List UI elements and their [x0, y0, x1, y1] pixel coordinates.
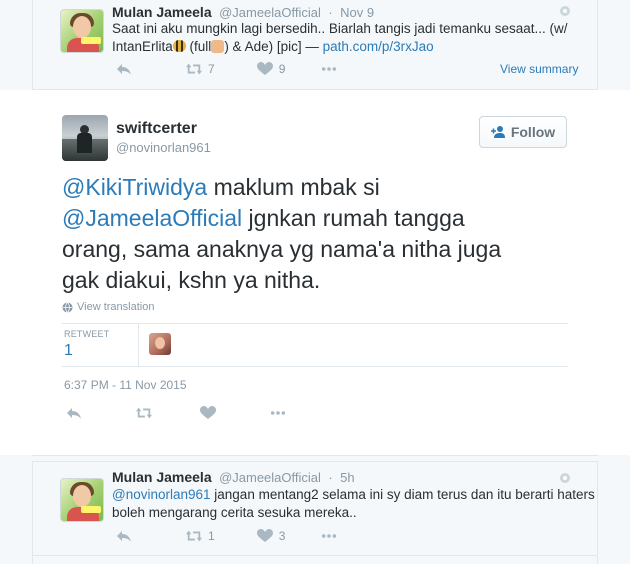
reply-icon: [117, 531, 131, 542]
tweet-text-segment: maklum mbak si: [207, 174, 380, 200]
retweet-button[interactable]: 1: [186, 529, 215, 543]
reply-icon: [117, 64, 131, 75]
more-dots-icon: [322, 67, 337, 71]
mention-link[interactable]: @novinorlan961: [112, 487, 211, 502]
follow-button[interactable]: Follow: [479, 116, 567, 148]
retweet-button[interactable]: [136, 406, 152, 420]
reply-button[interactable]: [66, 406, 82, 420]
retweet-stats[interactable]: RETWEET 1: [64, 329, 109, 360]
heart-icon: [200, 406, 216, 419]
tweet-text-segment: (full: [185, 39, 212, 54]
retweet-icon: [186, 530, 202, 542]
heart-icon: [256, 62, 273, 75]
tweet-time[interactable]: 5h: [340, 470, 354, 485]
tweet-timestamp[interactable]: 6:37 PM - 11 Nov 2015: [64, 378, 187, 392]
tweet-text-line2: IntanErlita (full ) & Ade) [pic] — path.c…: [112, 38, 582, 56]
more-dots-icon: [270, 411, 286, 415]
tweet-text-line: boleh mengarang cerita sesuka mereka..: [112, 505, 357, 520]
retweet-count: 1: [208, 529, 215, 543]
retweet-icon: [136, 407, 152, 419]
author-name[interactable]: Mulan Jameela: [112, 4, 212, 20]
author-name[interactable]: Mulan Jameela: [112, 469, 212, 485]
like-button[interactable]: 3: [256, 529, 286, 543]
tweet-text-segment: jangan mentang2 selama ini sy diam terus…: [210, 487, 595, 502]
reply-button[interactable]: [116, 62, 132, 76]
tweet-text-segment: ) & Ade) [pic] —: [224, 39, 323, 54]
heart-icon: [256, 529, 273, 542]
tweet-text: Saat ini aku mungkin lagi bersedih.. Bia…: [112, 20, 582, 56]
tweet-actions: 1 3: [116, 529, 337, 543]
bee-emoji-icon: [172, 40, 186, 52]
context-tweet[interactable]: Mulan Jameela @JameelaOfficial · Nov 9 S…: [32, 0, 598, 90]
retweet-stat-count[interactable]: 1: [64, 342, 109, 360]
like-button[interactable]: 9: [256, 62, 286, 76]
retweet-icon: [186, 63, 202, 75]
more-options-icon[interactable]: [560, 6, 570, 16]
view-translation-link[interactable]: View translation: [62, 301, 154, 313]
tweet-text-segment: jgnkan rumah tangga: [242, 205, 465, 231]
author-handle[interactable]: @novinorlan961: [116, 140, 211, 155]
author-handle[interactable]: @JameelaOfficial: [219, 5, 321, 20]
avatar-large[interactable]: [62, 115, 108, 161]
author-name[interactable]: swiftcerter: [116, 120, 211, 138]
author-handle[interactable]: @JameelaOfficial: [219, 470, 321, 485]
globe-icon: [62, 301, 73, 313]
separator-dot: ·: [328, 470, 333, 485]
retweet-count: 7: [208, 62, 215, 76]
tweet-text-line: gak diakui, kshn ya nitha.: [62, 267, 321, 293]
tweet-text-line: orang, sama anaknya yg nama'a nitha juga: [62, 236, 502, 262]
retweeter-avatar[interactable]: [149, 333, 171, 355]
follow-label: Follow: [510, 124, 556, 140]
main-tweet: swiftcerter @novinorlan961 Follow @KikiT…: [32, 90, 598, 455]
more-button[interactable]: [321, 62, 337, 76]
tweet-time[interactable]: Nov 9: [340, 5, 374, 20]
view-translation-label: View translation: [77, 301, 155, 313]
like-count: 3: [278, 529, 286, 543]
mention-link[interactable]: @JameelaOfficial: [62, 205, 242, 231]
praying-hands-emoji-icon: [211, 40, 225, 53]
tweet-text: @KikiTriwidya maklum mbak si @JameelaOff…: [62, 172, 582, 296]
tweet-text-segment: IntanErlita: [112, 39, 173, 54]
tweet-actions: 7 9: [116, 62, 337, 76]
reply-button[interactable]: [116, 529, 132, 543]
separator-dot: ·: [328, 5, 333, 20]
more-button[interactable]: [321, 529, 337, 543]
mention-link[interactable]: @KikiTriwidya: [62, 174, 207, 200]
more-dots-icon: [322, 534, 337, 538]
add-user-icon: [490, 126, 505, 138]
like-button[interactable]: [200, 406, 216, 420]
retweet-button[interactable]: 7: [186, 62, 215, 76]
tweet-text-line1: Saat ini aku mungkin lagi bersedih.. Bia…: [112, 21, 568, 36]
tweet-actions: [66, 406, 286, 420]
more-button[interactable]: [270, 406, 286, 420]
retweet-stat-label: RETWEET: [64, 329, 110, 339]
tweet-link[interactable]: path.com/p/3rxJao: [323, 39, 434, 54]
view-summary-link[interactable]: View summary: [500, 62, 578, 76]
reply-tweet[interactable]: Mulan Jameela @JameelaOfficial · 5h @nov…: [32, 462, 598, 555]
tweet-text: @novinorlan961 jangan mentang2 selama in…: [112, 486, 595, 522]
like-count: 9: [278, 62, 286, 76]
reply-icon: [67, 408, 81, 419]
avatar[interactable]: [60, 9, 104, 53]
avatar[interactable]: [60, 478, 104, 522]
more-options-icon[interactable]: [560, 473, 570, 483]
